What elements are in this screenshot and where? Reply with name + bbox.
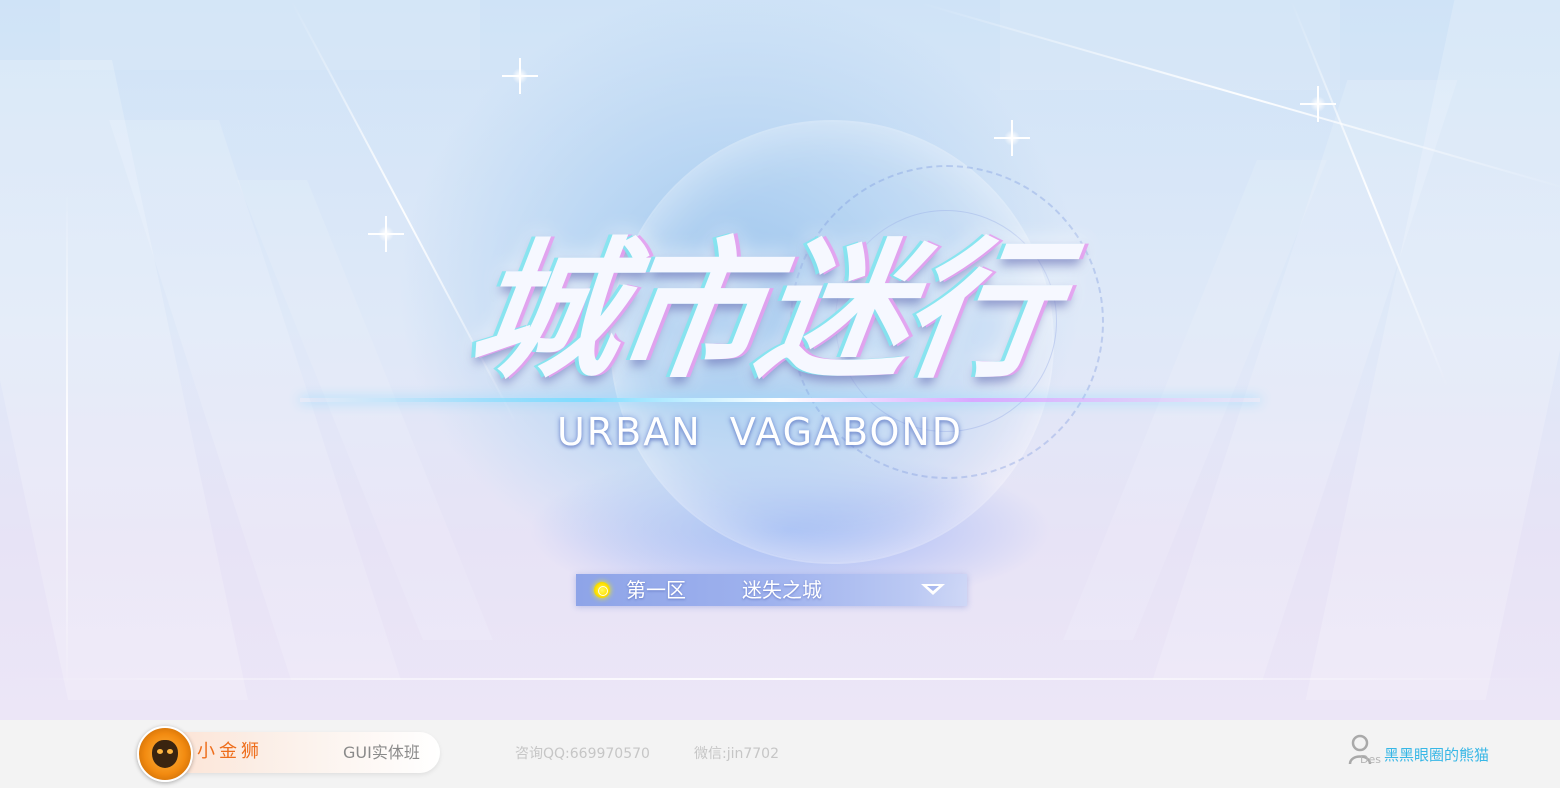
sparkle — [1300, 86, 1336, 122]
brand-badge[interactable]: 小金狮 GUI实体班 — [137, 726, 440, 782]
sparkle — [502, 58, 538, 94]
light-beam — [0, 678, 1560, 680]
contact-qq: 咨询QQ:669970570 — [515, 746, 650, 762]
brand-name: 小金狮 — [197, 741, 263, 762]
server-select[interactable]: 第一区 迷失之城 — [576, 574, 967, 606]
footer-bar: 小金狮 GUI实体班 咨询QQ:669970570 微信:jin7702 Des… — [0, 720, 1560, 788]
background-pillar — [60, 0, 480, 70]
server-zone: 第一区 — [626, 578, 686, 602]
status-dot-icon — [594, 582, 610, 598]
dropdown-arrow-icon[interactable] — [921, 584, 945, 595]
game-background: 城市迷行 URBAN VAGABOND 第一区 迷失之城 — [0, 0, 1560, 720]
logo-underline — [300, 398, 1260, 402]
author-name[interactable]: 黑黑眼圈的熊猫 — [1384, 744, 1489, 766]
server-name: 迷失之城 — [742, 578, 822, 602]
game-logo-title: 城市迷行 — [459, 225, 1061, 399]
sparkle — [994, 120, 1030, 156]
game-logo-subtitle: URBAN VAGABOND — [556, 410, 964, 454]
sparkle — [368, 216, 404, 252]
lion-logo-icon — [137, 726, 193, 782]
background-pillar — [1000, 0, 1340, 90]
contact-wechat: 微信:jin7702 — [694, 746, 779, 762]
author-tag: Des — [1360, 753, 1381, 766]
light-beam — [66, 190, 68, 690]
brand-course: GUI实体班 — [343, 743, 420, 762]
